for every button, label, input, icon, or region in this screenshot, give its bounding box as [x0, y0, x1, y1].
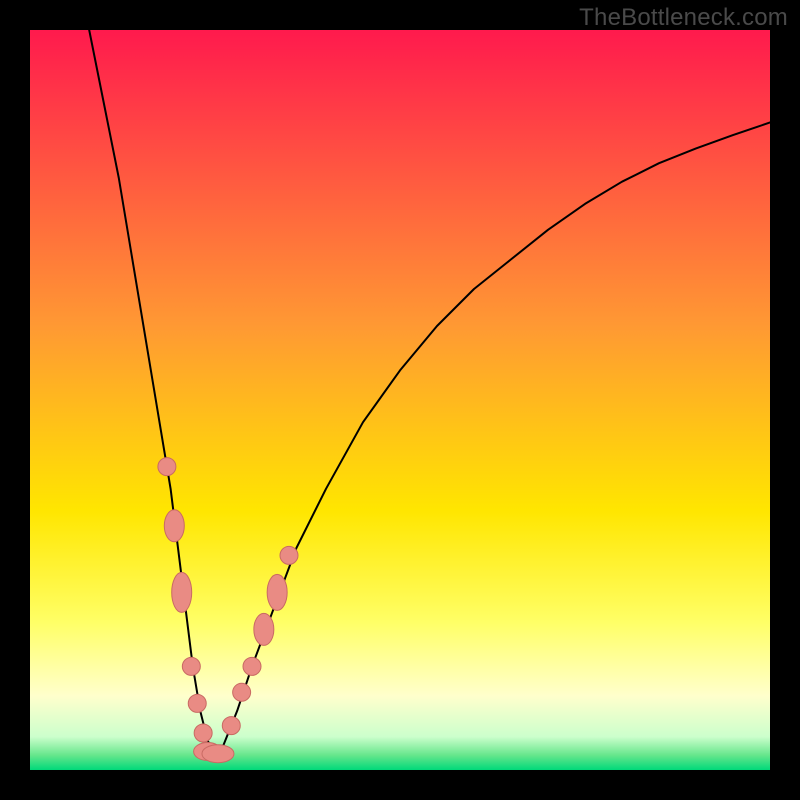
marker-point	[243, 657, 261, 675]
marker-point	[194, 724, 212, 742]
chart-frame: TheBottleneck.com	[0, 0, 800, 800]
chart-svg	[30, 30, 770, 770]
marker-point	[254, 613, 274, 645]
marker-point	[280, 546, 298, 564]
plot-area	[30, 30, 770, 770]
marker-point	[158, 458, 176, 476]
marker-point	[233, 683, 251, 701]
marker-point	[267, 574, 287, 610]
marker-point	[202, 745, 234, 763]
marker-point	[172, 572, 192, 612]
watermark-text: TheBottleneck.com	[579, 4, 788, 32]
marker-point	[164, 510, 184, 542]
gradient-background	[30, 30, 770, 770]
marker-point	[222, 717, 240, 735]
marker-point	[188, 694, 206, 712]
marker-point	[182, 657, 200, 675]
